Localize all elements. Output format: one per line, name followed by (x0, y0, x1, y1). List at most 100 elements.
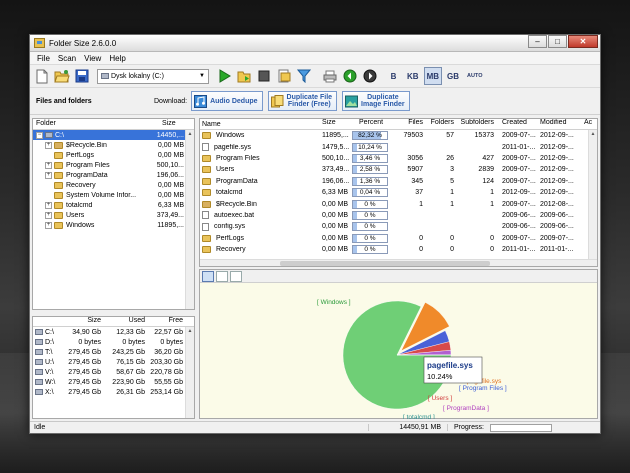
col-percent[interactable]: Percent (350, 119, 392, 129)
scan-folder-icon[interactable] (235, 67, 253, 85)
tree-col-folder[interactable]: Folder (33, 119, 159, 129)
expand-icon[interactable]: + (45, 141, 52, 149)
unit-b-button[interactable]: B (385, 67, 402, 85)
col-subfolders[interactable]: Subfolders (456, 119, 496, 129)
unit-kb-button[interactable]: KB (404, 67, 422, 85)
duplicate-file-finder-link[interactable]: Duplicate File Finder (Free) (267, 91, 338, 111)
scroll-up-arrow-icon[interactable]: ▲ (589, 130, 597, 139)
print-icon[interactable] (321, 67, 339, 85)
expand-icon[interactable]: + (45, 221, 52, 229)
pie-chart-tab[interactable] (202, 270, 214, 282)
tree-row[interactable]: +System Volume Infor...0,00 MB (33, 190, 194, 200)
list-row[interactable]: autoexec.bat 0,00 MB 0 % 2009-06-... 2009-06… (200, 210, 597, 221)
tree-row[interactable]: + Users 373,49... (33, 210, 194, 220)
expand-icon[interactable]: + (45, 171, 52, 179)
files-and-folders-label: Files and folders (36, 97, 92, 105)
tree-row[interactable]: + totalcmd 6,33 MB (33, 200, 194, 210)
menu-file[interactable]: File (33, 54, 54, 63)
expand-icon[interactable]: + (45, 201, 52, 209)
tree-row-name: Windows (66, 221, 95, 229)
audio-dedupe-link[interactable]: Audio Dedupe (191, 91, 263, 111)
export-icon[interactable] (275, 67, 293, 85)
drive-row[interactable]: T:\ 279,45 Gb 243,25 Gb 36,20 Gb (33, 347, 194, 357)
list-scrollbar[interactable]: ▲ (588, 130, 597, 259)
minimize-button[interactable]: – (528, 35, 547, 48)
list-hscrollbar[interactable] (200, 259, 597, 266)
list-row[interactable]: Recovery 0,00 MB 0 % 0 0 0 2011-01-... 2011-01-… (200, 244, 597, 255)
list-row-created: 2009-07-... (502, 132, 536, 140)
collapse-icon[interactable]: − (36, 131, 43, 139)
play-icon[interactable] (215, 67, 233, 85)
forward-icon[interactable] (361, 67, 379, 85)
tree-row[interactable]: − C:\ 14450,... (33, 130, 194, 140)
percent-text: 1,36 % (359, 177, 381, 185)
close-button[interactable]: ✕ (568, 35, 598, 48)
tree-row[interactable]: +Recovery0,00 MB (33, 180, 194, 190)
drive-select[interactable]: Dysk lokalny (C:) ▼ (97, 68, 209, 84)
duplicate-image-finder-link[interactable]: Duplicate Image Finder (342, 91, 410, 111)
duplicate-file-finder-line1: Duplicate File (286, 94, 333, 101)
tree-scrollbar[interactable]: ▲ (185, 130, 194, 309)
tree-row[interactable]: +PerfLogs0,00 MB (33, 150, 194, 160)
drive-free: 203,30 Gb (150, 358, 183, 366)
list-row[interactable]: PerfLogs 0,00 MB 0 % 0 0 0 2009-07-... 2009-07-… (200, 233, 597, 244)
list-row[interactable]: config.sys 0,00 MB 0 % 2009-06-... 2009-06-.… (200, 221, 597, 232)
menu-help[interactable]: Help (105, 54, 129, 63)
list-hscroll-thumb[interactable] (280, 261, 490, 266)
list-row[interactable]: Program Files 500,10... 3,46 % 3056 26 427 200… (200, 153, 597, 164)
list-row-files: 1 (419, 200, 423, 208)
bar-chart-tab[interactable] (216, 270, 228, 282)
save-icon[interactable] (73, 67, 91, 85)
col-name[interactable]: Name (200, 119, 320, 129)
drive-row[interactable]: X:\ 279,45 Gb 26,31 Gb 253,14 Gb (33, 387, 194, 397)
tree-row-name: Program Files (66, 161, 110, 169)
unit-mb-button[interactable]: MB (423, 67, 443, 85)
tree-row[interactable]: + Windows 11895,... (33, 220, 194, 230)
col-size[interactable]: Size (320, 119, 350, 129)
expand-icon[interactable]: + (45, 211, 52, 219)
drive-row[interactable]: W:\ 279,45 Gb 223,90 Gb 55,55 Gb (33, 377, 194, 387)
drive-row[interactable]: U:\ 279,45 Gb 76,15 Gb 203,30 Gb (33, 357, 194, 367)
scroll-up-arrow-icon[interactable]: ▲ (186, 327, 194, 336)
list-row-created: 2012-09-... (502, 189, 536, 197)
expand-icon[interactable]: + (45, 161, 52, 169)
pie-chart[interactable]: [ Windows ] pagefile.sys [ Program Files ]… (200, 283, 594, 421)
folder-tree[interactable]: Folder Size − C:\ 14450,... + $Recycle.Bin 0,… (32, 118, 195, 310)
col-files[interactable]: Files (392, 119, 425, 129)
col-accessed[interactable]: Ac (582, 119, 594, 129)
drive-row[interactable]: C:\ 34,90 Gb 12,33 Gb 22,57 Gb (33, 327, 194, 337)
back-icon[interactable] (341, 67, 359, 85)
percent-text: 0 % (364, 234, 376, 242)
unit-gb-button[interactable]: GB (444, 67, 462, 85)
scroll-up-arrow-icon[interactable]: ▲ (186, 130, 194, 139)
title-bar[interactable]: Folder Size 2.6.0.0 – □ ✕ (30, 35, 600, 52)
stop-icon[interactable] (255, 67, 273, 85)
menu-view[interactable]: View (80, 54, 105, 63)
unit-auto-button[interactable]: AUTO (464, 67, 485, 85)
list-row[interactable]: $Recycle.Bin 0,00 MB 0 % 1 1 1 2009-07-... 2012… (200, 198, 597, 209)
maximize-button[interactable]: □ (548, 35, 567, 48)
percent-text: 10,24 % (358, 143, 382, 151)
menu-scan[interactable]: Scan (54, 54, 80, 63)
drive-row[interactable]: D:\ 0 bytes 0 bytes 0 bytes (33, 337, 194, 347)
open-folder-icon[interactable] (53, 67, 71, 85)
col-created[interactable]: Created (496, 119, 538, 129)
filter-icon[interactable] (295, 67, 313, 85)
tree-row[interactable]: + $Recycle.Bin 0,00 MB (33, 140, 194, 150)
tree-col-size[interactable]: Size (159, 119, 179, 129)
list-row[interactable]: totalcmd 6,33 MB 0,04 % 37 1 1 2012-09-... 2012… (200, 187, 597, 198)
list-row-size: 0,00 MB (322, 211, 349, 219)
list-row[interactable]: pagefile.sys 1479,5... 10,24 % 2011-01-... 2… (200, 141, 597, 152)
drive-row[interactable]: V:\ 279,45 Gb 58,67 Gb 220,78 Gb (33, 367, 194, 377)
list-row[interactable]: ProgramData 196,06... 1,36 % 345 5 124 2009-07… (200, 176, 597, 187)
new-icon[interactable] (33, 67, 51, 85)
list-row-files: 3056 (407, 154, 423, 162)
tree-row[interactable]: + ProgramData 196,06... (33, 170, 194, 180)
col-folders[interactable]: Folders (425, 119, 456, 129)
col-modified[interactable]: Modified (538, 119, 582, 129)
chart-options-tab[interactable] (230, 270, 242, 282)
drives-scrollbar[interactable]: ▲ (185, 327, 194, 418)
list-row[interactable]: Users 373,49... 2,58 % 5907 3 2839 2009-07-...… (200, 164, 597, 175)
tree-row[interactable]: + Program Files 500,10... (33, 160, 194, 170)
list-row[interactable]: Windows 11895,... 82,32 % 79503 57 15373 2009-… (200, 130, 597, 141)
